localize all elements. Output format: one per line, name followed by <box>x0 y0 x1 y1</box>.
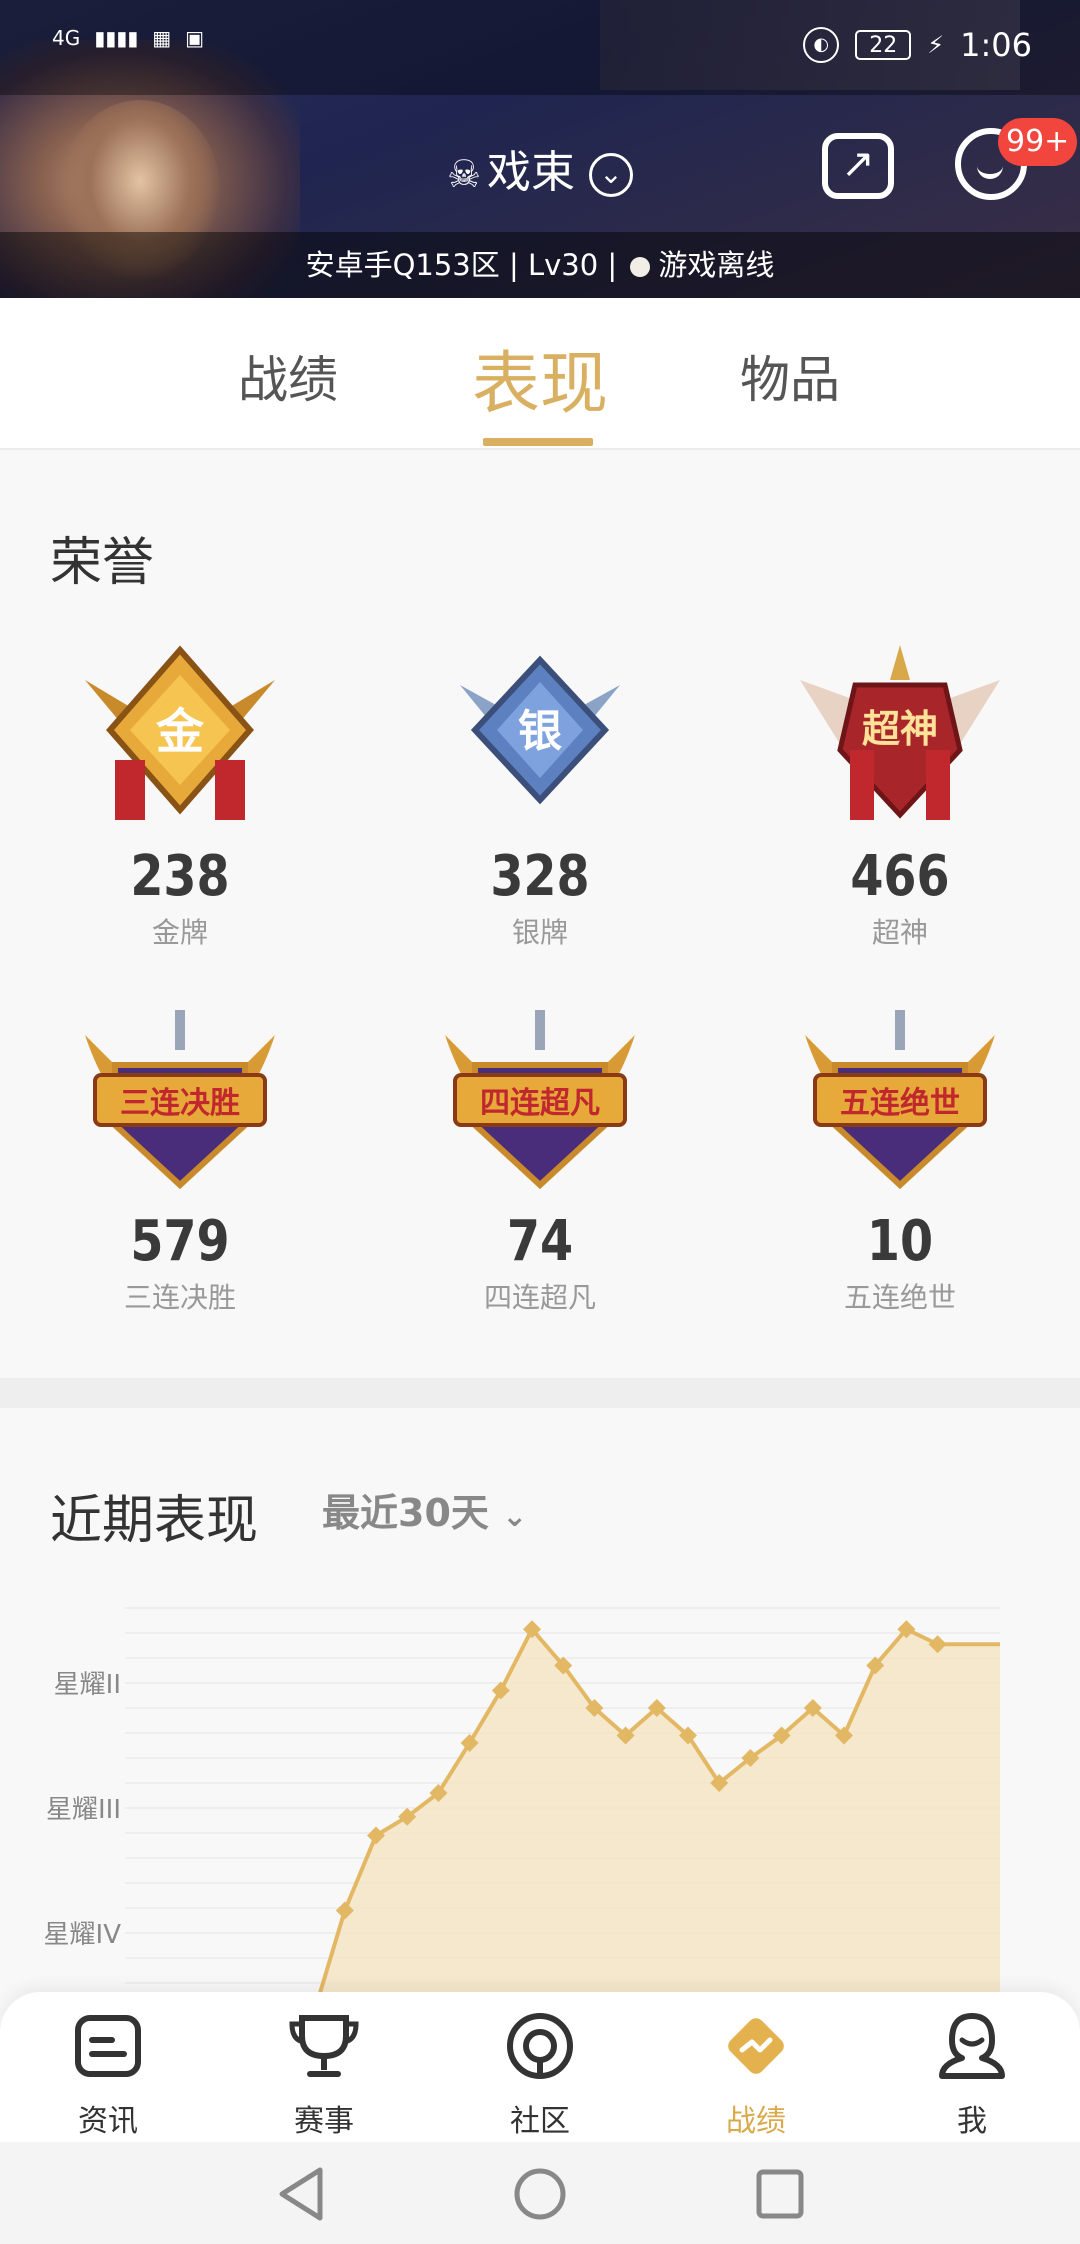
medal-legendary[interactable]: 超神 466 超神 <box>720 640 1080 951</box>
nav-label: 战绩 <box>726 2104 786 2139</box>
gold-medal-icon: 金 <box>85 645 275 820</box>
svg-text:三连决胜: 三连决胜 <box>120 1086 240 1121</box>
app-badge-icon: ▣ <box>185 26 205 50</box>
svg-text:银: 银 <box>518 706 562 757</box>
profile-name-switcher[interactable]: ☠ 戏束 ⌄ <box>0 136 1080 200</box>
tab-items[interactable]: 物品 <box>740 340 840 412</box>
nav-me[interactable]: 我 <box>902 2010 1042 2140</box>
medal-label: 银牌 <box>511 916 568 949</box>
y-tick-label: 星耀III <box>46 1795 121 1825</box>
signal-icon: ▮▮▮▮ <box>94 26 139 50</box>
medal-penta-kill[interactable]: 五连绝世 10 五连绝世 <box>720 1005 1080 1316</box>
active-tab-indicator <box>483 438 593 446</box>
share-icon: ↗ <box>841 141 875 187</box>
medal-triple-kill[interactable]: 三连决胜 579 三连决胜 <box>0 1005 360 1316</box>
data-saver-icon: ◐ <box>803 27 840 63</box>
status-bar: 4G ▮▮▮▮ ▦ ▣ ◐ 22 ⚡ 1:06 <box>0 0 1080 95</box>
nav-stats[interactable]: 战绩 <box>686 2010 826 2140</box>
chevron-down-icon: ⌄ <box>502 1499 528 1534</box>
medal-count: 238 <box>130 844 230 909</box>
player-info-line: 安卓手Q153区 | Lv30 | 游戏离线 <box>0 232 1080 298</box>
penta-kill-medal-icon: 五连绝世 <box>805 1010 995 1190</box>
nav-news[interactable]: 资讯 <box>38 2010 178 2140</box>
medal-quadra-kill[interactable]: 四连超凡 74 四连超凡 <box>360 1005 720 1316</box>
medal-silver[interactable]: 银 328 银牌 <box>360 640 720 951</box>
nav-label: 我 <box>957 2104 987 2139</box>
share-button[interactable]: ↗ <box>822 133 894 199</box>
home-icon[interactable] <box>512 2166 568 2222</box>
honor-section: 荣誉 金 238 金牌 银 328 银牌 超神 466 超神 三连决胜 579 … <box>0 450 1080 1378</box>
profile-icon <box>939 2013 1005 2079</box>
performance-section: 近期表现 最近30天 ⌄ 星耀II 星耀III 星耀IV <box>0 1408 1080 2008</box>
profile-header: 4G ▮▮▮▮ ▦ ▣ ◐ 22 ⚡ 1:06 ☠ 戏束 ⌄ ↗ 99+ 安卓手Q1… <box>0 0 1080 298</box>
network-label: 4G <box>52 26 81 50</box>
medal-label: 金牌 <box>151 916 208 949</box>
medal-count: 10 <box>866 1209 934 1274</box>
nav-label: 社区 <box>510 2104 570 2139</box>
medal-count: 74 <box>506 1209 574 1274</box>
medal-count: 579 <box>130 1209 230 1274</box>
quadra-kill-medal-icon: 四连超凡 <box>445 1010 635 1190</box>
back-icon[interactable] <box>276 2166 326 2222</box>
message-badge: 99+ <box>998 118 1078 166</box>
legendary-medal-icon: 超神 <box>800 645 1000 820</box>
svg-text:四连超凡: 四连超凡 <box>480 1086 600 1121</box>
silver-medal-icon: 银 <box>460 655 620 805</box>
charging-icon: ⚡ <box>927 31 945 59</box>
trophy-icon <box>289 2015 359 2077</box>
online-status: 游戏离线 <box>658 248 775 282</box>
server-level: 安卓手Q153区 | Lv30 | <box>305 248 618 282</box>
tab-performance[interactable]: 表现 <box>472 328 608 427</box>
range-dropdown[interactable]: 最近30天 ⌄ <box>322 1482 527 1537</box>
nav-label: 资讯 <box>78 2104 138 2139</box>
skull-icon: ☠ <box>446 152 482 196</box>
svg-text:金: 金 <box>155 704 205 760</box>
nav-events[interactable]: 赛事 <box>254 2010 394 2140</box>
nav-label: 赛事 <box>294 2104 354 2139</box>
y-tick-label: 星耀II <box>54 1670 121 1700</box>
status-dot-icon <box>630 257 651 277</box>
tab-records[interactable]: 战绩 <box>238 340 338 412</box>
medal-label: 超神 <box>871 916 928 949</box>
medal-gold[interactable]: 金 238 金牌 <box>0 640 360 951</box>
range-label: 最近30天 <box>322 1491 489 1535</box>
community-icon <box>507 2013 573 2079</box>
section-divider <box>0 1378 1080 1408</box>
app-grid-icon: ▦ <box>152 26 172 50</box>
battery-icon: 22 <box>855 30 912 60</box>
stats-icon <box>728 2018 784 2074</box>
clock: 1:06 <box>960 26 1032 64</box>
performance-chart: 星耀II 星耀III 星耀IV <box>44 1607 1000 2008</box>
series-area <box>220 1629 1000 2008</box>
medal-label: 四连超凡 <box>483 1281 596 1314</box>
medal-label: 三连决胜 <box>123 1281 236 1314</box>
tab-bar: 战绩 表现 物品 <box>0 298 1080 450</box>
bottom-navigation: 资讯 赛事 社区 战绩 我 <box>0 1992 1080 2142</box>
system-navigation-bar <box>0 2142 1080 2244</box>
nav-community[interactable]: 社区 <box>470 2010 610 2140</box>
svg-text:五连绝世: 五连绝世 <box>840 1086 960 1121</box>
chevron-down-icon: ⌄ <box>589 153 634 197</box>
y-tick-label: 星耀IV <box>44 1920 122 1950</box>
news-icon <box>75 2015 141 2077</box>
medal-label: 五连绝世 <box>843 1281 956 1314</box>
player-name: 戏束 <box>487 147 576 198</box>
recents-icon[interactable] <box>755 2166 805 2222</box>
medal-count: 466 <box>850 844 950 909</box>
triple-kill-medal-icon: 三连决胜 <box>85 1010 275 1190</box>
performance-title: 近期表现 <box>50 1491 259 1551</box>
medal-count: 328 <box>490 844 590 909</box>
svg-text:超神: 超神 <box>862 707 938 751</box>
honor-title: 荣誉 <box>50 533 155 593</box>
